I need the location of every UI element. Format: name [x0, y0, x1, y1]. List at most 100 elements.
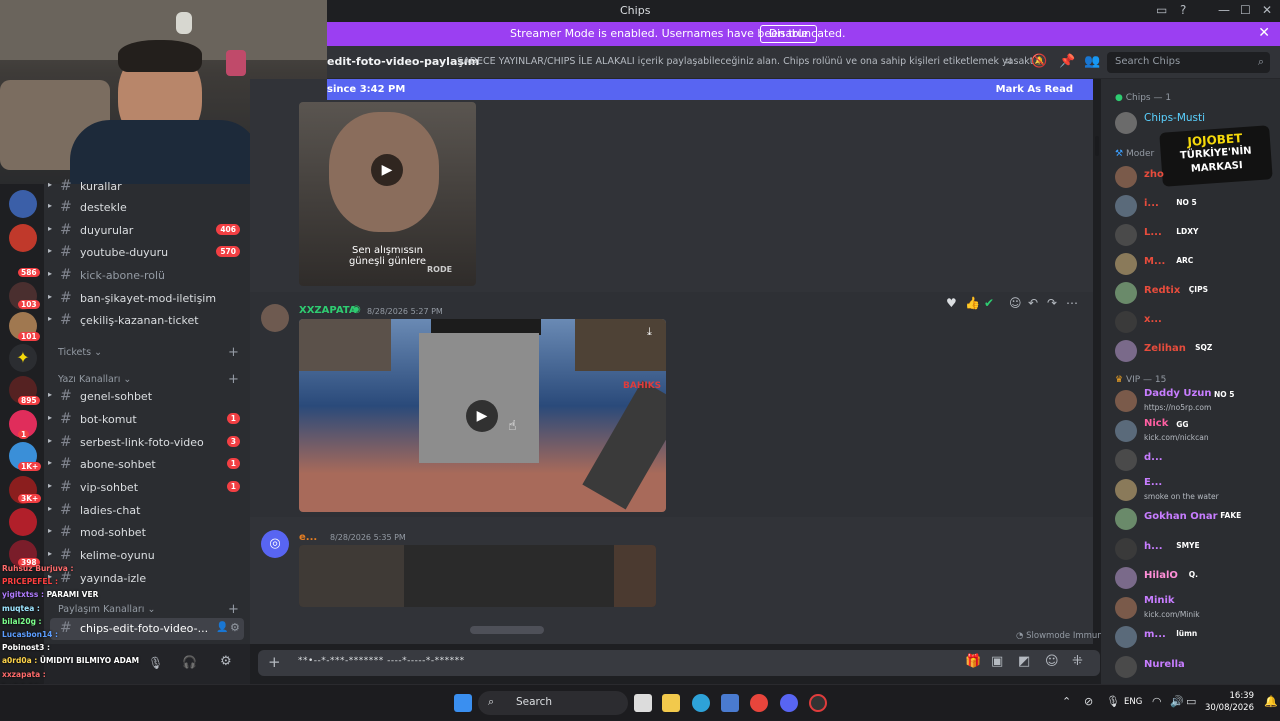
- clock[interactable]: 16:39 30/08/2026: [1205, 690, 1254, 714]
- obs-icon[interactable]: [809, 694, 827, 712]
- channel-item[interactable]: ▸ # kurallar: [44, 176, 250, 198]
- heart-reaction-icon[interactable]: ♥: [946, 296, 957, 310]
- scrollbar[interactable]: [1095, 136, 1099, 156]
- network-off-icon[interactable]: ⊘: [1084, 695, 1093, 708]
- channel-item[interactable]: ▸ # ban-şikayet-mod-iletişim: [44, 288, 250, 310]
- thumbs-up-reaction-icon[interactable]: 👍: [965, 296, 980, 310]
- channel-item[interactable]: ▸ # youtube-duyuru 570: [44, 242, 250, 264]
- discord-avatar-icon[interactable]: ◎: [261, 530, 289, 558]
- channel-item[interactable]: ▸ # çekiliş-kazanan-ticket: [44, 310, 250, 332]
- wifi-icon[interactable]: ◠: [1152, 695, 1162, 708]
- message-composer[interactable]: + **•--*-***-******* ----*-----*-****** …: [258, 650, 1100, 676]
- server-icon[interactable]: [9, 190, 37, 218]
- close-banner-icon[interactable]: ✕: [1258, 25, 1270, 41]
- notifications-icon[interactable]: 🔔: [1264, 695, 1278, 708]
- gift-icon[interactable]: 🎁: [965, 654, 981, 669]
- message-author[interactable]: XXZAPATA: [299, 305, 357, 316]
- avatar[interactable]: [261, 304, 289, 332]
- member-item[interactable]: zho: [1115, 163, 1275, 191]
- play-icon[interactable]: ▶: [371, 154, 403, 186]
- category-text-channels[interactable]: Yazı Kanalları ⌄ +: [58, 372, 239, 387]
- windows-start-icon[interactable]: [454, 694, 472, 712]
- inbox-icon[interactable]: ▭: [1156, 3, 1167, 17]
- message-author[interactable]: e...: [299, 532, 317, 543]
- discord-icon[interactable]: [780, 694, 798, 712]
- channel-item[interactable]: ▸ # duyurular 406: [44, 220, 250, 242]
- member-item[interactable]: Daddy Uzun NO 5 https://no5rp.com: [1115, 387, 1275, 415]
- member-item[interactable]: L... LDXY: [1115, 221, 1275, 249]
- member-item[interactable]: Zelihan SQZ: [1115, 337, 1275, 365]
- reply-icon[interactable]: ↶: [1028, 296, 1038, 310]
- battery-icon[interactable]: ▭: [1186, 695, 1196, 708]
- language-indicator[interactable]: ENG: [1124, 697, 1142, 707]
- channel-item[interactable]: ▸ # bot-komut 1: [44, 409, 250, 431]
- server-icon[interactable]: [9, 508, 37, 536]
- message-timestamp: 8/28/2026 5:35 PM: [330, 533, 406, 542]
- add-channel-icon[interactable]: +: [228, 372, 239, 387]
- member-name: Nick: [1144, 417, 1169, 429]
- add-channel-icon[interactable]: +: [228, 345, 239, 360]
- tray-overflow-icon[interactable]: ⌃: [1062, 695, 1071, 708]
- add-reaction-icon[interactable]: ☺: [1009, 296, 1022, 310]
- threads-icon[interactable]: ⌗: [1005, 54, 1012, 69]
- edge-icon[interactable]: [692, 694, 710, 712]
- member-item[interactable]: Gokhan Onar FAKE: [1115, 505, 1275, 533]
- mic-tray-icon[interactable]: 🎙: [1106, 695, 1120, 708]
- channel-item[interactable]: ▸ # genel-sohbet: [44, 386, 250, 408]
- server-icon[interactable]: ✦: [9, 344, 37, 372]
- member-item[interactable]: d...: [1115, 446, 1275, 474]
- member-item[interactable]: Minik kick.com/Minik: [1115, 594, 1275, 622]
- member-item[interactable]: Redtix ÇIPS: [1115, 279, 1275, 307]
- video-attachment[interactable]: BAHIKS ▶ ⤓: [299, 319, 666, 512]
- more-options-icon[interactable]: ⋯: [1066, 296, 1078, 310]
- apps-icon[interactable]: ⁜: [1072, 654, 1083, 669]
- member-item[interactable]: HilalO Q.: [1115, 564, 1275, 592]
- members-list-icon[interactable]: 👥: [1084, 54, 1100, 69]
- channel-item[interactable]: ▸ # destekle: [44, 197, 250, 219]
- maximize-icon[interactable]: ☐: [1240, 3, 1251, 17]
- member-item[interactable]: Nurella: [1115, 653, 1275, 681]
- help-icon[interactable]: ?: [1180, 3, 1186, 17]
- server-icon[interactable]: [9, 224, 37, 252]
- member-item[interactable]: m... lümn: [1115, 623, 1275, 651]
- gif-icon[interactable]: ▣: [991, 654, 1003, 669]
- attach-plus-icon[interactable]: +: [268, 653, 281, 671]
- channel-item[interactable]: ▸ # kick-abone-rolü: [44, 265, 250, 287]
- taskbar-search[interactable]: ⌕ Search: [478, 691, 628, 715]
- member-item[interactable]: M... ARC: [1115, 250, 1275, 278]
- file-explorer-icon[interactable]: [662, 694, 680, 712]
- member-item[interactable]: h... SMYE: [1115, 535, 1275, 563]
- store-icon[interactable]: [721, 694, 739, 712]
- chrome-icon[interactable]: [750, 694, 768, 712]
- minimize-icon[interactable]: —: [1218, 3, 1230, 17]
- category-tickets[interactable]: Tickets ⌄ +: [58, 345, 239, 360]
- new-messages-bar[interactable]: since 3:42 PM Mark As Read: [327, 79, 1093, 100]
- channel-item[interactable]: ▸ # vip-sohbet 1: [44, 477, 250, 499]
- task-view-icon[interactable]: [634, 694, 652, 712]
- video-attachment[interactable]: [299, 545, 656, 607]
- scrollbar-thumb[interactable]: [470, 626, 544, 634]
- forward-icon[interactable]: ↷: [1047, 296, 1057, 310]
- mark-as-read-button[interactable]: Mark As Read: [996, 84, 1073, 95]
- member-item[interactable]: E... smoke on the water: [1115, 476, 1275, 504]
- download-icon[interactable]: ⤓: [647, 325, 652, 339]
- channel-item[interactable]: ▸ # mod-sohbet: [44, 522, 250, 544]
- pin-icon[interactable]: 📌: [1059, 54, 1075, 69]
- volume-icon[interactable]: 🔊: [1170, 695, 1184, 708]
- member-item[interactable]: Nick GG kick.com/nickcan: [1115, 417, 1275, 445]
- play-icon[interactable]: ▶: [466, 400, 498, 432]
- emoji-icon[interactable]: ☺: [1045, 654, 1059, 669]
- disable-button[interactable]: Disable: [760, 25, 817, 43]
- member-item[interactable]: x...: [1115, 308, 1275, 336]
- channel-item[interactable]: ▸ # abone-sohbet 1: [44, 454, 250, 476]
- channel-item[interactable]: ▸ # ladies-chat: [44, 500, 250, 522]
- notification-bell-icon[interactable]: 🔕: [1031, 54, 1047, 69]
- search-input[interactable]: Search Chips ⌕: [1107, 52, 1270, 73]
- channel-item[interactable]: ▸ # serbest-link-foto-video 3: [44, 432, 250, 454]
- sticker-icon[interactable]: ◩: [1018, 654, 1030, 669]
- channel-topic[interactable]: SADECE YAYINLAR/CHIPS İLE ALAKALI içerik…: [457, 56, 1042, 67]
- video-attachment[interactable]: ▶ Sen alışmıssın güneşli günlere RODE: [299, 102, 476, 286]
- member-item[interactable]: i... NO 5: [1115, 192, 1275, 220]
- check-reaction-icon[interactable]: ✔: [984, 296, 994, 310]
- close-window-icon[interactable]: ✕: [1262, 3, 1272, 17]
